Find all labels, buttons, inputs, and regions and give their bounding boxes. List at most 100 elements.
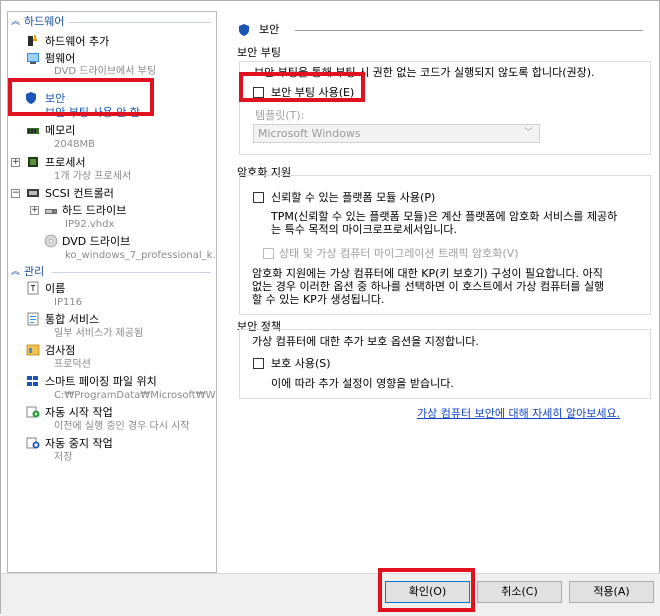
expand-icon[interactable]: + xyxy=(11,158,20,167)
smart-paging-icon xyxy=(27,376,38,386)
tree-item-sublabel: IP116 xyxy=(54,297,83,308)
tpm-description-line-1: TPM(신뢰할 수 있는 플랫폼 모듈)은 계산 플랫폼에 암호화 서비스를 제… xyxy=(271,210,618,223)
tree-item-label: 하드 드라이브 xyxy=(62,204,127,217)
kp-description-line-2: 없는 경우 이러한 옵션 중 하나를 선택하면 이 호스트에서 가상 컴퓨터를 … xyxy=(252,280,605,293)
state-encrypt-checkbox[interactable] xyxy=(263,248,274,259)
collapse-icon: ︽ xyxy=(11,17,21,27)
name-icon xyxy=(27,281,39,295)
hardware-section-header[interactable]: ︽ 하드웨어 xyxy=(8,14,216,30)
secure-boot-group-title: 보안 부팅 xyxy=(235,46,283,59)
tpm-description-line-2: 는 특수 목적의 마이크로프로세서입니다. xyxy=(271,223,458,236)
secure-boot-checkbox[interactable] xyxy=(253,87,264,98)
tree-item-name[interactable]: 이름 IP116 xyxy=(8,280,216,310)
state-encrypt-checkbox-label: 상태 및 가상 컴퓨터 마이그레이션 트래픽 암호화(V) xyxy=(279,247,519,260)
tree-item-sublabel: ko_windows_7_professional_k... xyxy=(65,250,217,261)
shield-checkbox[interactable] xyxy=(253,358,264,369)
auto-start-icon xyxy=(26,406,40,418)
tree-item-label: 통합 서비스 xyxy=(45,313,100,326)
tree-item-hard-drive[interactable]: + 하드 드라이브 IP92.vhdx xyxy=(8,202,216,232)
tree-item-sublabel: 2048MB xyxy=(54,139,95,150)
tree-item-auto-start[interactable]: 자동 시작 작업 이전에 실행 중인 경우 다시 시작 xyxy=(8,404,216,434)
processor-icon xyxy=(28,157,38,167)
state-encrypt-checkbox-row[interactable]: 상태 및 가상 컴퓨터 마이그레이션 트래픽 암호화(V) xyxy=(261,245,541,261)
collapse-icon: ︽ xyxy=(11,267,21,277)
tree-item-scsi[interactable]: − SCSI 컨트롤러 xyxy=(8,185,216,201)
shield-icon xyxy=(26,92,36,104)
tree-item-sublabel: 저장 xyxy=(54,452,73,463)
kp-description-line-3: 할 수 있는 KP가 생성됩니다. xyxy=(252,293,385,306)
apply-button[interactable]: 적용(A) xyxy=(569,581,654,603)
tree-item-sublabel: 이전에 실행 중인 경우 다시 시작 xyxy=(54,421,190,432)
tree-item-auto-stop[interactable]: 자동 중지 작업 저장 xyxy=(8,435,216,465)
management-section-header[interactable]: ︽ 관리 xyxy=(8,264,216,280)
pane-title-label: 보안 xyxy=(259,23,280,36)
tree-item-sublabel: 일부 서비스가 제공됨 xyxy=(54,328,144,339)
policy-description: 가상 컴퓨터에 대한 추가 보호 옵션을 지정합니다. xyxy=(252,335,479,348)
tree-item-memory[interactable]: 메모리 2048MB xyxy=(8,123,216,153)
tpm-checkbox-row[interactable]: 신뢰할 수 있는 플랫폼 모듈 사용(P) xyxy=(251,189,501,205)
tree-item-label: 펌웨어 xyxy=(45,52,76,65)
integration-services-icon xyxy=(27,312,39,326)
collapse-tree-icon[interactable]: − xyxy=(11,189,20,198)
shield-checkbox-row[interactable]: 보호 사용(S) xyxy=(251,355,371,371)
tree-item-firmware[interactable]: 펌웨어 DVD 드라이브에서 부팅 xyxy=(8,50,216,80)
tree-item-sublabel: C:₩ProgramData₩Microsoft₩Wi... xyxy=(54,390,217,401)
tree-item-sublabel: IP92.vhdx xyxy=(65,219,115,230)
secure-boot-checkbox-row[interactable]: 보안 부팅 사용(E) xyxy=(251,84,381,100)
tree-item-label: SCSI 컨트롤러 xyxy=(45,187,114,200)
header-divider xyxy=(52,272,211,273)
template-dropdown[interactable]: Microsoft Windows ﹀ xyxy=(253,124,540,143)
tree-item-label: 프로세서 xyxy=(45,156,86,169)
settings-window: ︽ 하드웨어 하드웨어 추가 펌웨어 DVD 드라이브에서 부팅 보안 보안 부… xyxy=(0,0,660,616)
secure-boot-checkbox-label: 보안 부팅 사용(E) xyxy=(271,86,355,99)
tree-item-processor[interactable]: + 프로세서 1개 가상 프로세서 xyxy=(8,154,216,184)
tree-item-label: 이름 xyxy=(45,282,66,295)
tree-item-label: 자동 시작 작업 xyxy=(45,406,113,419)
tpm-checkbox[interactable] xyxy=(253,192,264,203)
template-label: 템플릿(T): xyxy=(255,109,305,122)
tree-item-checkpoints[interactable]: 검사점 프로덕션 xyxy=(8,342,216,372)
security-settings-pane: 보안 보안 부팅 보안 부팅을 통해 부팅 시 권한 없는 코드가 실행되지 않… xyxy=(225,11,655,573)
kp-description-line-1: 암호화 지원에는 가상 컴퓨터에 대한 KP(키 보호기) 구성이 필요합니다.… xyxy=(252,267,603,280)
title-divider xyxy=(295,30,643,31)
expand-icon[interactable]: + xyxy=(30,206,39,215)
tree-item-label: DVD 드라이브 xyxy=(62,235,131,248)
tree-item-label: 스마트 페이징 파일 위치 xyxy=(45,375,157,388)
tree-item-label: 검사점 xyxy=(45,344,76,357)
tree-item-label: 메모리 xyxy=(45,124,76,137)
header-divider xyxy=(68,22,211,23)
tree-item-label: 하드웨어 추가 xyxy=(45,35,110,48)
settings-tree: ︽ 하드웨어 하드웨어 추가 펌웨어 DVD 드라이브에서 부팅 보안 보안 부… xyxy=(7,11,217,573)
tree-item-sublabel: DVD 드라이브에서 부팅 xyxy=(54,66,157,77)
tree-item-security[interactable]: 보안 보안 부팅 사용 안 함 xyxy=(10,89,155,122)
tree-item-label: 보안 xyxy=(45,92,66,105)
tree-item-add-hardware[interactable]: 하드웨어 추가 xyxy=(8,33,216,49)
tree-item-smart-paging[interactable]: 스마트 페이징 파일 위치 C:₩ProgramData₩Microsoft₩W… xyxy=(8,373,217,403)
memory-icon xyxy=(27,128,39,134)
shield-icon xyxy=(239,24,249,36)
chevron-down-icon: ﹀ xyxy=(523,128,533,138)
shield-description: 이에 따라 추가 설정이 영향을 받습니다. xyxy=(271,377,454,390)
firmware-icon xyxy=(27,53,39,64)
learn-more-link[interactable]: 가상 컴퓨터 보안에 대해 자세히 알아보세요. xyxy=(417,405,620,421)
tree-item-sublabel: 1개 가상 프로세서 xyxy=(54,171,132,182)
scsi-controller-icon xyxy=(27,189,39,197)
management-header-label: 관리 xyxy=(24,265,45,278)
tree-item-integration-services[interactable]: 통합 서비스 일부 서비스가 제공됨 xyxy=(8,311,216,341)
shield-checkbox-label: 보호 사용(S) xyxy=(271,357,331,370)
dvd-icon xyxy=(44,234,58,248)
checkpoint-icon xyxy=(26,344,40,356)
tpm-checkbox-label: 신뢰할 수 있는 플랫폼 모듈 사용(P) xyxy=(271,191,436,204)
pane-title: 보안 xyxy=(237,22,647,38)
ok-button[interactable]: 확인(O) xyxy=(385,581,470,603)
template-dropdown-value: Microsoft Windows xyxy=(258,127,361,140)
tree-item-sublabel: 프로덕션 xyxy=(54,359,91,370)
tree-item-dvd-drive[interactable]: DVD 드라이브 ko_windows_7_professional_k... xyxy=(8,233,217,263)
cancel-button[interactable]: 취소(C) xyxy=(477,581,562,603)
auto-stop-icon xyxy=(26,437,40,449)
tree-item-label: 자동 중지 작업 xyxy=(45,437,113,450)
hardware-header-label: 하드웨어 xyxy=(24,15,65,28)
hard-drive-icon xyxy=(45,209,57,214)
add-hardware-icon xyxy=(28,35,37,46)
tree-item-sublabel: 보안 부팅 사용 안 함 xyxy=(45,106,140,119)
